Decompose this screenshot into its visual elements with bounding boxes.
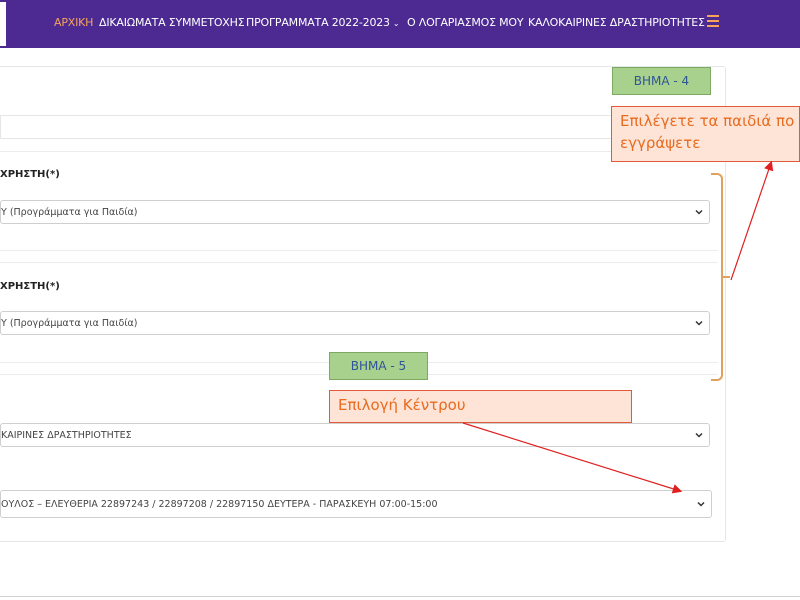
chevron-down-icon <box>695 432 703 438</box>
step4-badge: ΒΗΜΑ - 4 <box>612 67 711 95</box>
chevron-down-icon <box>697 501 705 507</box>
children-bracket-tip <box>722 276 730 278</box>
center-select[interactable]: ΟΥΛΟΣ – ΕΛΕΥΘΕΡΙΑ 22897243 / 22897208 / … <box>0 490 712 518</box>
child1-select-value: Υ (Προγράμματα για Παιδία) <box>1 207 138 218</box>
chevron-down-icon <box>695 320 703 326</box>
arrow-to-children-callout <box>730 160 774 281</box>
hamburger-menu-icon[interactable] <box>707 15 719 27</box>
nav-item-participation-rights[interactable]: ΔΙΚΑΙΩΜΑΤΑ ΣΥΜΜΕΤΟΧΗΣ <box>99 16 245 29</box>
children-callout: Επιλέγετε τα παιδιά πο εγγράψετε <box>611 106 800 162</box>
section-divider <box>0 262 718 263</box>
center-select-value: ΟΥΛΟΣ – ΕΛΕΥΘΕΡΙΑ 22897243 / 22897208 / … <box>1 499 438 510</box>
program-select[interactable]: ΚΑΙΡΙΝΕΣ ΔΡΑΣΤΗΡΙΟΤΗΤΕΣ <box>0 423 710 447</box>
nav-item-my-account[interactable]: Ο ΛΟΓΑΡΙΑΣΜΟΣ ΜΟΥ <box>407 16 524 29</box>
nav-item-summer-activities[interactable]: ΚΑΛΟΚΑΙΡΙΝΕΣ ΔΡΑΣΤΗΡΙΟΤΗΤΕΣ <box>528 16 705 29</box>
children-callout-line2: εγγράψετε <box>620 134 701 152</box>
page-bottom-divider <box>0 596 800 597</box>
section-divider <box>0 250 718 251</box>
child2-label: ΧΡΗΣΤΗ(*) <box>0 281 60 292</box>
children-callout-line1: Επιλέγετε τα παιδιά πο <box>620 112 795 130</box>
nav-item-programs-label: ΠΡΟΓΡΑΜΜΑΤΑ 2022-2023 <box>246 16 390 29</box>
child1-label: ΧΡΗΣΤΗ(*) <box>0 169 60 180</box>
child2-select[interactable]: Υ (Προγράμματα για Παιδία) <box>0 311 710 335</box>
chevron-down-icon: ⌄ <box>392 19 400 28</box>
site-logo[interactable] <box>0 2 6 46</box>
step5-badge: ΒΗΜΑ - 5 <box>329 352 428 380</box>
child2-select-value: Υ (Προγράμματα για Παιδία) <box>1 318 138 329</box>
program-select-value: ΚΑΙΡΙΝΕΣ ΔΡΑΣΤΗΡΙΟΤΗΤΕΣ <box>1 430 132 441</box>
child1-select[interactable]: Υ (Προγράμματα για Παιδία) <box>0 200 710 224</box>
nav-item-home[interactable]: ΑΡΧΙΚΗ <box>54 16 93 29</box>
nav-item-programs[interactable]: ΠΡΟΓΡΑΜΜΑΤΑ 2022-2023 ⌄ <box>246 16 400 29</box>
center-callout: Επιλογή Κέντρου <box>329 390 632 423</box>
top-navbar: ΑΡΧΙΚΗ ΔΙΚΑΙΩΜΑΤΑ ΣΥΜΜΕΤΟΧΗΣ ΠΡΟΓΡΑΜΜΑΤΑ… <box>0 0 800 48</box>
chevron-down-icon <box>695 209 703 215</box>
